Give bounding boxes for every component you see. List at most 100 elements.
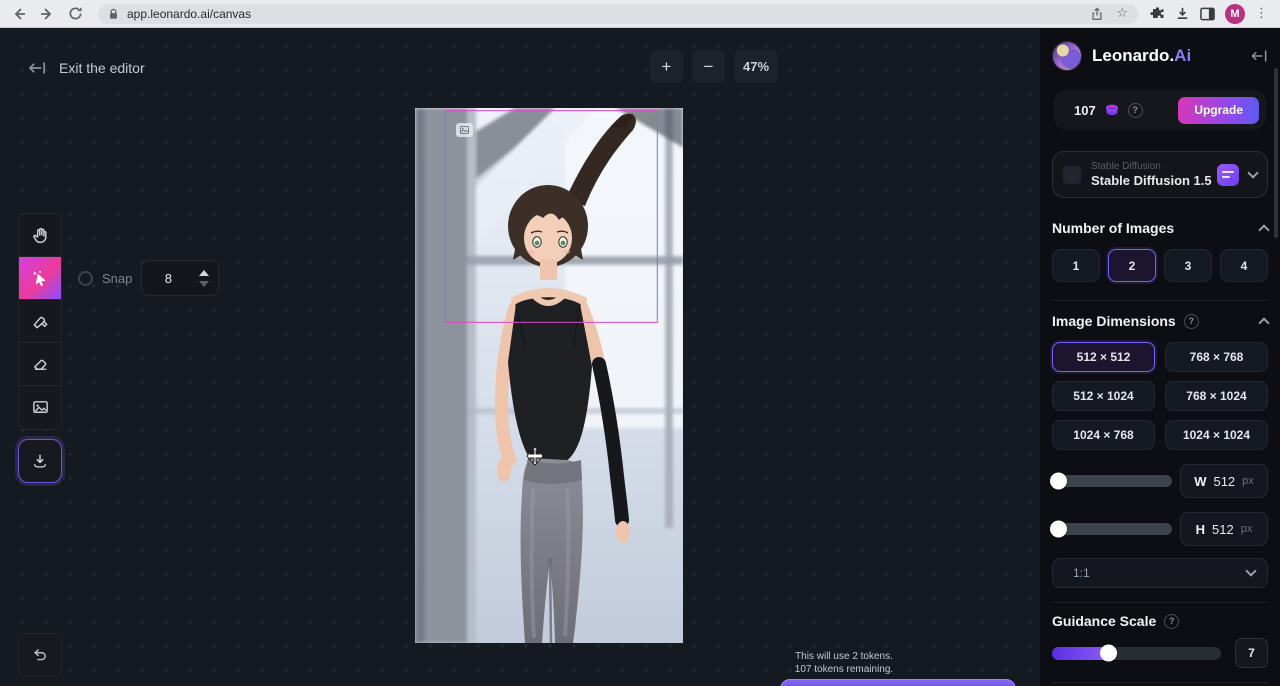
height-label: H (1196, 522, 1205, 537)
aspect-ratio-dropdown[interactable]: 1:1 (1052, 558, 1268, 588)
upgrade-button[interactable]: Upgrade (1178, 97, 1259, 124)
forward-icon[interactable] (36, 3, 58, 25)
exit-arrow-icon (28, 60, 47, 76)
coins-icon (1104, 103, 1120, 118)
generate-button[interactable] (780, 679, 1016, 686)
model-card-icon (1217, 164, 1239, 186)
image-dimensions-options: 512 × 512 768 × 768 512 × 1024 768 × 102… (1052, 342, 1268, 450)
brand-name: Leonardo.Ai (1092, 46, 1191, 66)
generation-frame[interactable] (445, 110, 658, 323)
address-bar[interactable]: app.leonardo.ai/canvas ☆ (98, 4, 1138, 24)
image-dimensions-help-icon[interactable]: ? (1184, 314, 1199, 329)
canvas-workspace[interactable]: Exit the editor + − 47% (0, 28, 1040, 686)
token-usage-line1: This will use 2 tokens. (744, 650, 944, 663)
collapse-sidebar-icon[interactable] (1251, 49, 1268, 63)
back-icon[interactable] (8, 3, 30, 25)
zoom-out-button[interactable]: − (692, 50, 725, 83)
height-unit: px (1241, 523, 1253, 535)
dimension-option-1024x768[interactable]: 1024 × 768 (1052, 420, 1155, 450)
model-selector-value: Stable Diffusion 1.5 (1091, 173, 1207, 188)
number-of-images-title: Number of Images (1052, 220, 1174, 236)
image-dimensions-title: Image Dimensions (1052, 313, 1176, 329)
downloads-icon[interactable] (1175, 6, 1190, 21)
eraser-icon (31, 355, 50, 374)
lock-icon (108, 8, 119, 20)
guidance-scale-value: 7 (1235, 638, 1268, 668)
guidance-scale-title: Guidance Scale (1052, 613, 1156, 629)
guidance-scale-help-icon[interactable]: ? (1164, 614, 1179, 629)
image-tool-button[interactable] (19, 386, 61, 429)
aspect-ratio-chevron-icon (1245, 565, 1256, 576)
num-images-option-4[interactable]: 4 (1220, 249, 1268, 282)
dimension-option-512x512[interactable]: 512 × 512 (1052, 342, 1155, 372)
image-icon (31, 398, 50, 417)
width-value-box[interactable]: W 512 px (1180, 464, 1268, 498)
magic-cursor-icon (31, 269, 50, 288)
width-control: W 512 px (1052, 464, 1268, 498)
extensions-icon[interactable] (1150, 6, 1165, 21)
image-dimensions-collapse-icon[interactable] (1258, 317, 1269, 328)
guidance-scale-header: Guidance Scale ? (1052, 613, 1268, 629)
width-unit: px (1242, 475, 1254, 487)
snap-value-input[interactable]: 8 (141, 260, 219, 296)
zoom-level-display: 47% (734, 50, 778, 83)
side-panel-icon[interactable] (1200, 7, 1215, 21)
height-value: 512 (1212, 522, 1234, 537)
leonardo-canvas-app: Exit the editor + − 47% (0, 28, 1280, 686)
snap-decrement-icon[interactable] (199, 281, 209, 287)
snap-value[interactable]: 8 (142, 271, 194, 286)
height-slider-knob[interactable] (1050, 521, 1067, 538)
dimension-option-512x1024[interactable]: 512 × 1024 (1052, 381, 1155, 411)
model-chevron-down-icon (1247, 167, 1258, 178)
snap-increment-icon[interactable] (199, 270, 209, 276)
pan-tool-button[interactable] (19, 214, 61, 257)
paint-brush-icon (31, 312, 50, 331)
guidance-scale-slider[interactable] (1052, 647, 1221, 660)
number-of-images-options: 1 2 3 4 (1052, 249, 1268, 282)
number-of-images-header: Number of Images (1052, 220, 1268, 236)
model-thumbnail (1063, 166, 1081, 184)
height-slider[interactable] (1052, 523, 1172, 535)
browser-menu-icon[interactable]: ⋮ (1255, 6, 1268, 21)
width-label: W (1194, 474, 1206, 489)
download-artwork-button[interactable] (18, 439, 62, 483)
tool-palette (18, 213, 62, 430)
num-images-option-1[interactable]: 1 (1052, 249, 1100, 282)
sidebar-scrollbar[interactable] (1274, 68, 1278, 238)
browser-toolbar: app.leonardo.ai/canvas ☆ M ⋮ (0, 0, 1280, 28)
model-selector-label: Stable Diffusion (1091, 161, 1207, 172)
snap-toggle-radio[interactable] (78, 271, 93, 286)
paint-tool-button[interactable] (19, 300, 61, 343)
num-images-option-2[interactable]: 2 (1108, 249, 1156, 282)
exit-editor-button[interactable]: Exit the editor (28, 60, 145, 76)
dimension-option-1024x1024[interactable]: 1024 × 1024 (1165, 420, 1268, 450)
number-of-images-collapse-icon[interactable] (1258, 224, 1269, 235)
width-slider-knob[interactable] (1050, 473, 1067, 490)
width-value: 512 (1213, 474, 1235, 489)
height-value-box[interactable]: H 512 px (1180, 512, 1268, 546)
brand-header: Leonardo.Ai (1052, 40, 1268, 72)
zoom-in-button[interactable]: + (650, 50, 683, 83)
tokens-help-icon[interactable]: ? (1128, 103, 1143, 118)
select-tool-button[interactable] (19, 257, 61, 300)
share-icon[interactable] (1090, 7, 1104, 21)
guidance-scale-knob[interactable] (1100, 645, 1117, 662)
browser-profile-avatar[interactable]: M (1225, 4, 1245, 24)
undo-button[interactable] (18, 633, 62, 677)
height-control: H 512 px (1052, 512, 1268, 546)
image-dimensions-header: Image Dimensions ? (1052, 313, 1268, 329)
leonardo-logo-avatar (1052, 41, 1082, 71)
frame-image-badge-icon[interactable] (456, 123, 473, 137)
width-slider[interactable] (1052, 475, 1172, 487)
bookmark-star-icon[interactable]: ☆ (1116, 6, 1128, 21)
reload-icon[interactable] (64, 3, 86, 25)
dimension-option-768x1024[interactable]: 768 × 1024 (1165, 381, 1268, 411)
erase-tool-button[interactable] (19, 343, 61, 386)
undo-icon (31, 647, 49, 663)
aspect-ratio-value: 1:1 (1073, 566, 1090, 580)
hand-icon (31, 226, 50, 245)
url-text: app.leonardo.ai/canvas (127, 7, 251, 21)
num-images-option-3[interactable]: 3 (1164, 249, 1212, 282)
dimension-option-768x768[interactable]: 768 × 768 (1165, 342, 1268, 372)
model-selector[interactable]: Stable Diffusion Stable Diffusion 1.5 (1052, 151, 1268, 198)
